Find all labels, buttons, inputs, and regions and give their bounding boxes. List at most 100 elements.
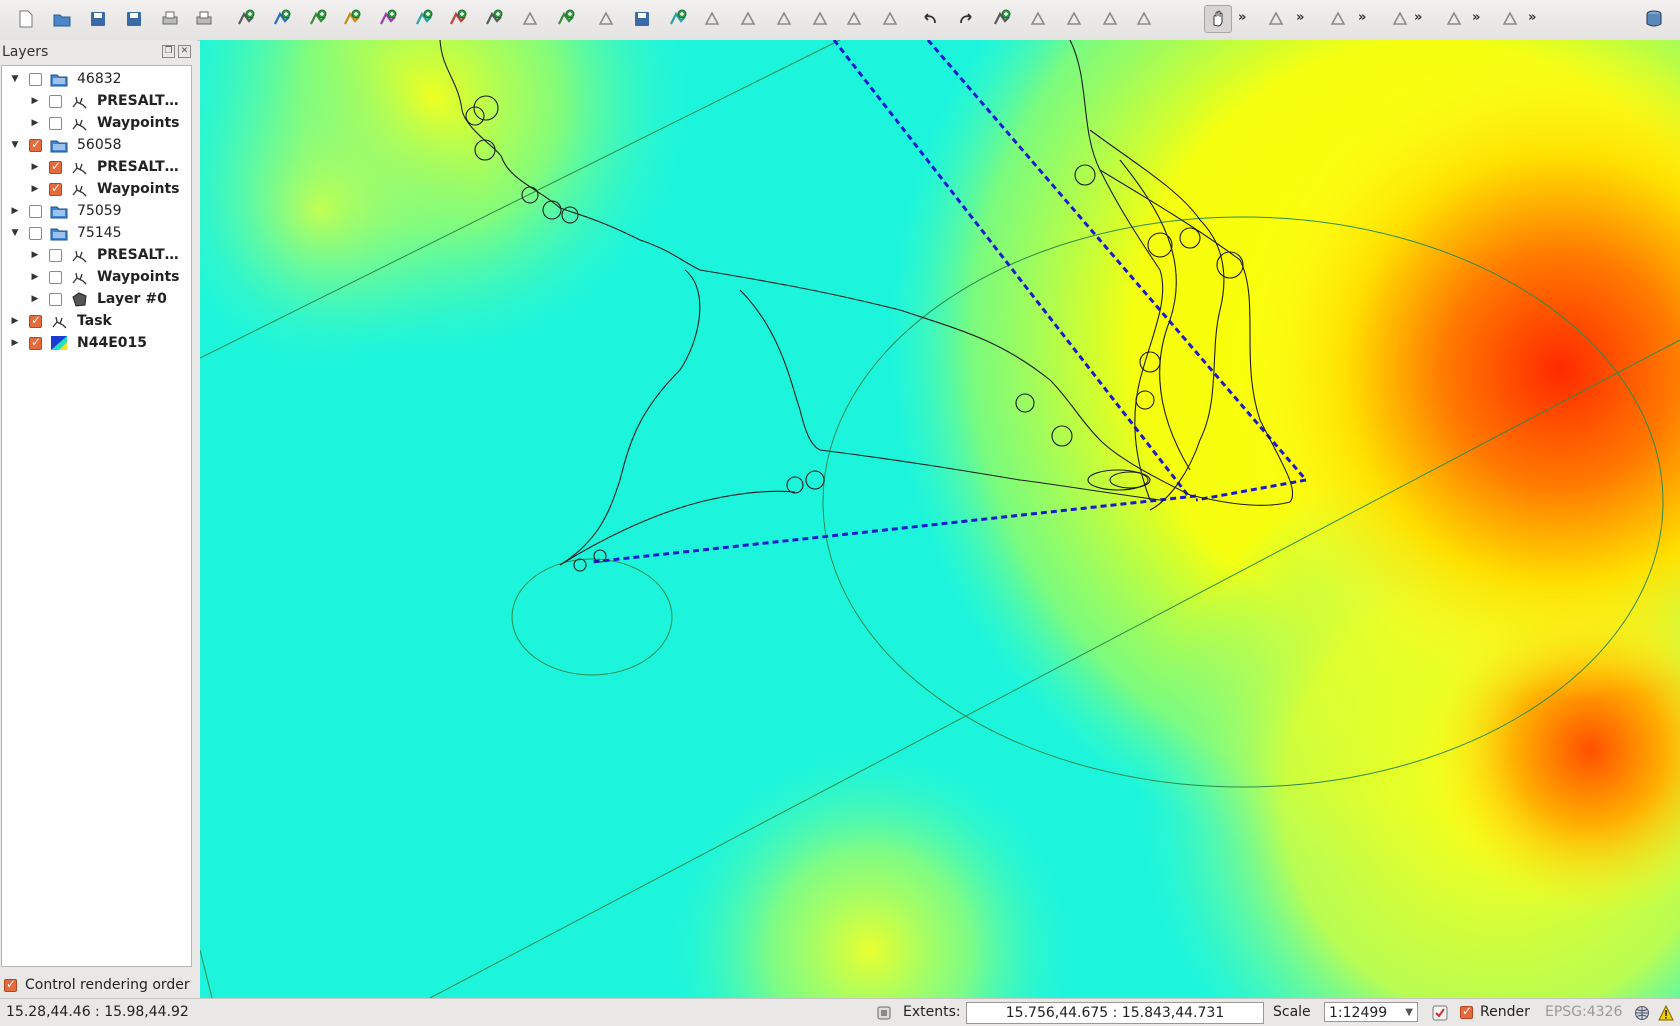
add-spatialite-layer-button[interactable] bbox=[338, 5, 366, 33]
toolbar-overflow-chevron-icon[interactable]: » bbox=[1472, 10, 1480, 25]
layer-row[interactable]: ▶ Task bbox=[2, 310, 191, 332]
layer-visibility-checkbox[interactable] bbox=[29, 72, 42, 86]
layer-row[interactable]: ▶ PRESALT… bbox=[2, 156, 191, 178]
layer-visibility-checkbox[interactable] bbox=[49, 116, 62, 130]
save-as-button[interactable] bbox=[120, 5, 148, 33]
layer-visibility-checkbox[interactable] bbox=[29, 335, 42, 350]
collapse-arrow-icon[interactable]: ▶ bbox=[30, 118, 40, 128]
layer-visibility-checkbox[interactable] bbox=[29, 226, 42, 240]
collapse-arrow-icon[interactable]: ▶ bbox=[10, 206, 20, 216]
render-checkbox[interactable] bbox=[1460, 1004, 1473, 1019]
add-wcs-layer-button[interactable] bbox=[444, 5, 472, 33]
measure-button[interactable] bbox=[1386, 5, 1414, 33]
node-tool-button[interactable] bbox=[734, 5, 762, 33]
layer-row[interactable]: ▶ Layer #0 bbox=[2, 288, 191, 310]
move-feature-button[interactable] bbox=[698, 5, 726, 33]
layer-visibility-checkbox[interactable] bbox=[49, 181, 62, 196]
toolbar-overflow-chevron-icon[interactable]: » bbox=[1358, 10, 1366, 25]
layer-visibility-checkbox[interactable] bbox=[49, 94, 62, 108]
add-wfs-layer-button[interactable] bbox=[480, 5, 508, 33]
map-svg[interactable] bbox=[200, 40, 1680, 998]
save-project-button[interactable] bbox=[84, 5, 112, 33]
collapse-arrow-icon[interactable]: ▶ bbox=[30, 250, 40, 260]
layer-row[interactable]: ▼ 75145 bbox=[2, 222, 191, 244]
line-layer-icon bbox=[72, 96, 87, 109]
expand-arrow-icon[interactable]: ▼ bbox=[10, 140, 20, 150]
select-button[interactable] bbox=[1324, 5, 1352, 33]
database-button[interactable] bbox=[1640, 5, 1668, 33]
collapse-arrow-icon[interactable]: ▶ bbox=[30, 162, 40, 172]
layer-row[interactable]: ▶ PRESALT… bbox=[2, 244, 191, 266]
toolbar-overflow-chevron-icon[interactable]: » bbox=[1528, 10, 1536, 25]
layer-row[interactable]: ▶ 75059 bbox=[2, 200, 191, 222]
crs-status[interactable]: EPSG:4326 bbox=[1545, 1004, 1622, 1020]
map-canvas[interactable] bbox=[200, 40, 1680, 998]
toolbar-overflow-chevron-icon[interactable]: » bbox=[1414, 10, 1422, 25]
layer-row[interactable]: ▶ Waypoints bbox=[2, 112, 191, 134]
layer-row[interactable]: ▶ N44E015 bbox=[2, 332, 191, 354]
stop-render-icon[interactable] bbox=[1432, 1005, 1448, 1021]
print-composer-button[interactable] bbox=[156, 5, 184, 33]
delete-ring-button[interactable] bbox=[1130, 5, 1158, 33]
scale-combobox[interactable]: 1:12499 ▼ bbox=[1324, 1002, 1418, 1022]
redo-button[interactable] bbox=[952, 5, 980, 33]
delete-selected-button[interactable] bbox=[770, 5, 798, 33]
plugin-button[interactable] bbox=[1496, 5, 1524, 33]
identify-button[interactable] bbox=[1262, 5, 1290, 33]
extents-field[interactable]: 15.756,44.675 : 15.843,44.731 bbox=[966, 1002, 1264, 1024]
layer-visibility-checkbox[interactable] bbox=[29, 204, 42, 218]
warning-icon[interactable] bbox=[1658, 1005, 1674, 1021]
label-button[interactable] bbox=[1440, 5, 1468, 33]
add-feature-button[interactable] bbox=[664, 5, 692, 33]
edit-pencil-button[interactable] bbox=[592, 5, 620, 33]
layer-visibility-checkbox[interactable] bbox=[49, 270, 62, 284]
remove-layer-button[interactable] bbox=[516, 5, 544, 33]
layer-visibility-checkbox[interactable] bbox=[49, 292, 62, 306]
undo-button[interactable] bbox=[916, 5, 944, 33]
layer-row[interactable]: ▼ 56058 bbox=[2, 134, 191, 156]
expand-arrow-icon[interactable]: ▼ bbox=[10, 74, 20, 84]
collapse-arrow-icon[interactable]: ▶ bbox=[30, 294, 40, 304]
projection-globe-icon[interactable] bbox=[1634, 1005, 1650, 1021]
layer-tree[interactable]: ▼ 46832 ▶ PRESALT… ▶ Waypoints ▼ 56058 ▶ PRESALT…… bbox=[1, 65, 192, 967]
print-button[interactable] bbox=[190, 5, 218, 33]
layer-row[interactable]: ▶ Waypoints bbox=[2, 178, 191, 200]
layer-row[interactable]: ▼ 46832 bbox=[2, 68, 191, 90]
pan-button[interactable] bbox=[1204, 5, 1232, 33]
collapse-arrow-icon[interactable]: ▶ bbox=[10, 316, 20, 326]
layer-row[interactable]: ▶ Waypoints bbox=[2, 266, 191, 288]
open-project-button[interactable] bbox=[48, 5, 76, 33]
layer-visibility-checkbox[interactable] bbox=[49, 248, 62, 262]
toggle-extents-icon[interactable] bbox=[876, 1005, 892, 1021]
add-wms-layer-button[interactable] bbox=[410, 5, 438, 33]
add-vector-layer-button[interactable] bbox=[232, 5, 260, 33]
cut-features-button[interactable] bbox=[806, 5, 834, 33]
control-rendering-order[interactable]: Control rendering order bbox=[4, 975, 190, 995]
fill-ring-button[interactable] bbox=[1024, 5, 1052, 33]
layer-visibility-checkbox[interactable] bbox=[49, 159, 62, 174]
collapse-arrow-icon[interactable]: ▶ bbox=[30, 272, 40, 282]
collapse-arrow-icon[interactable]: ▶ bbox=[30, 96, 40, 106]
layer-visibility-checkbox[interactable] bbox=[29, 137, 42, 152]
add-raster-layer-button[interactable] bbox=[268, 5, 296, 33]
add-ring-button[interactable] bbox=[988, 5, 1016, 33]
new-project-button[interactable] bbox=[12, 5, 40, 33]
add-layer-button[interactable] bbox=[552, 5, 580, 33]
simplify-button[interactable] bbox=[1096, 5, 1124, 33]
toolbar-overflow-chevron-icon[interactable]: » bbox=[1296, 10, 1304, 25]
expand-arrow-icon[interactable]: ▼ bbox=[10, 228, 20, 238]
save-edits-button[interactable] bbox=[628, 5, 656, 33]
collapse-arrow-icon[interactable]: ▶ bbox=[10, 338, 20, 348]
reshape-button[interactable] bbox=[1060, 5, 1088, 33]
add-postgis-layer-button[interactable] bbox=[304, 5, 332, 33]
layer-visibility-checkbox[interactable] bbox=[29, 313, 42, 328]
add-mssql-layer-button[interactable] bbox=[374, 5, 402, 33]
float-panel-icon[interactable]: ❐ bbox=[162, 45, 175, 58]
collapse-arrow-icon[interactable]: ▶ bbox=[30, 184, 40, 194]
control-rendering-order-checkbox[interactable] bbox=[4, 977, 17, 992]
close-panel-icon[interactable]: ✕ bbox=[178, 45, 191, 58]
layer-row[interactable]: ▶ PRESALT… bbox=[2, 90, 191, 112]
paste-features-button[interactable] bbox=[876, 5, 904, 33]
toolbar-overflow-chevron-icon[interactable]: » bbox=[1238, 10, 1246, 25]
copy-features-button[interactable] bbox=[840, 5, 868, 33]
